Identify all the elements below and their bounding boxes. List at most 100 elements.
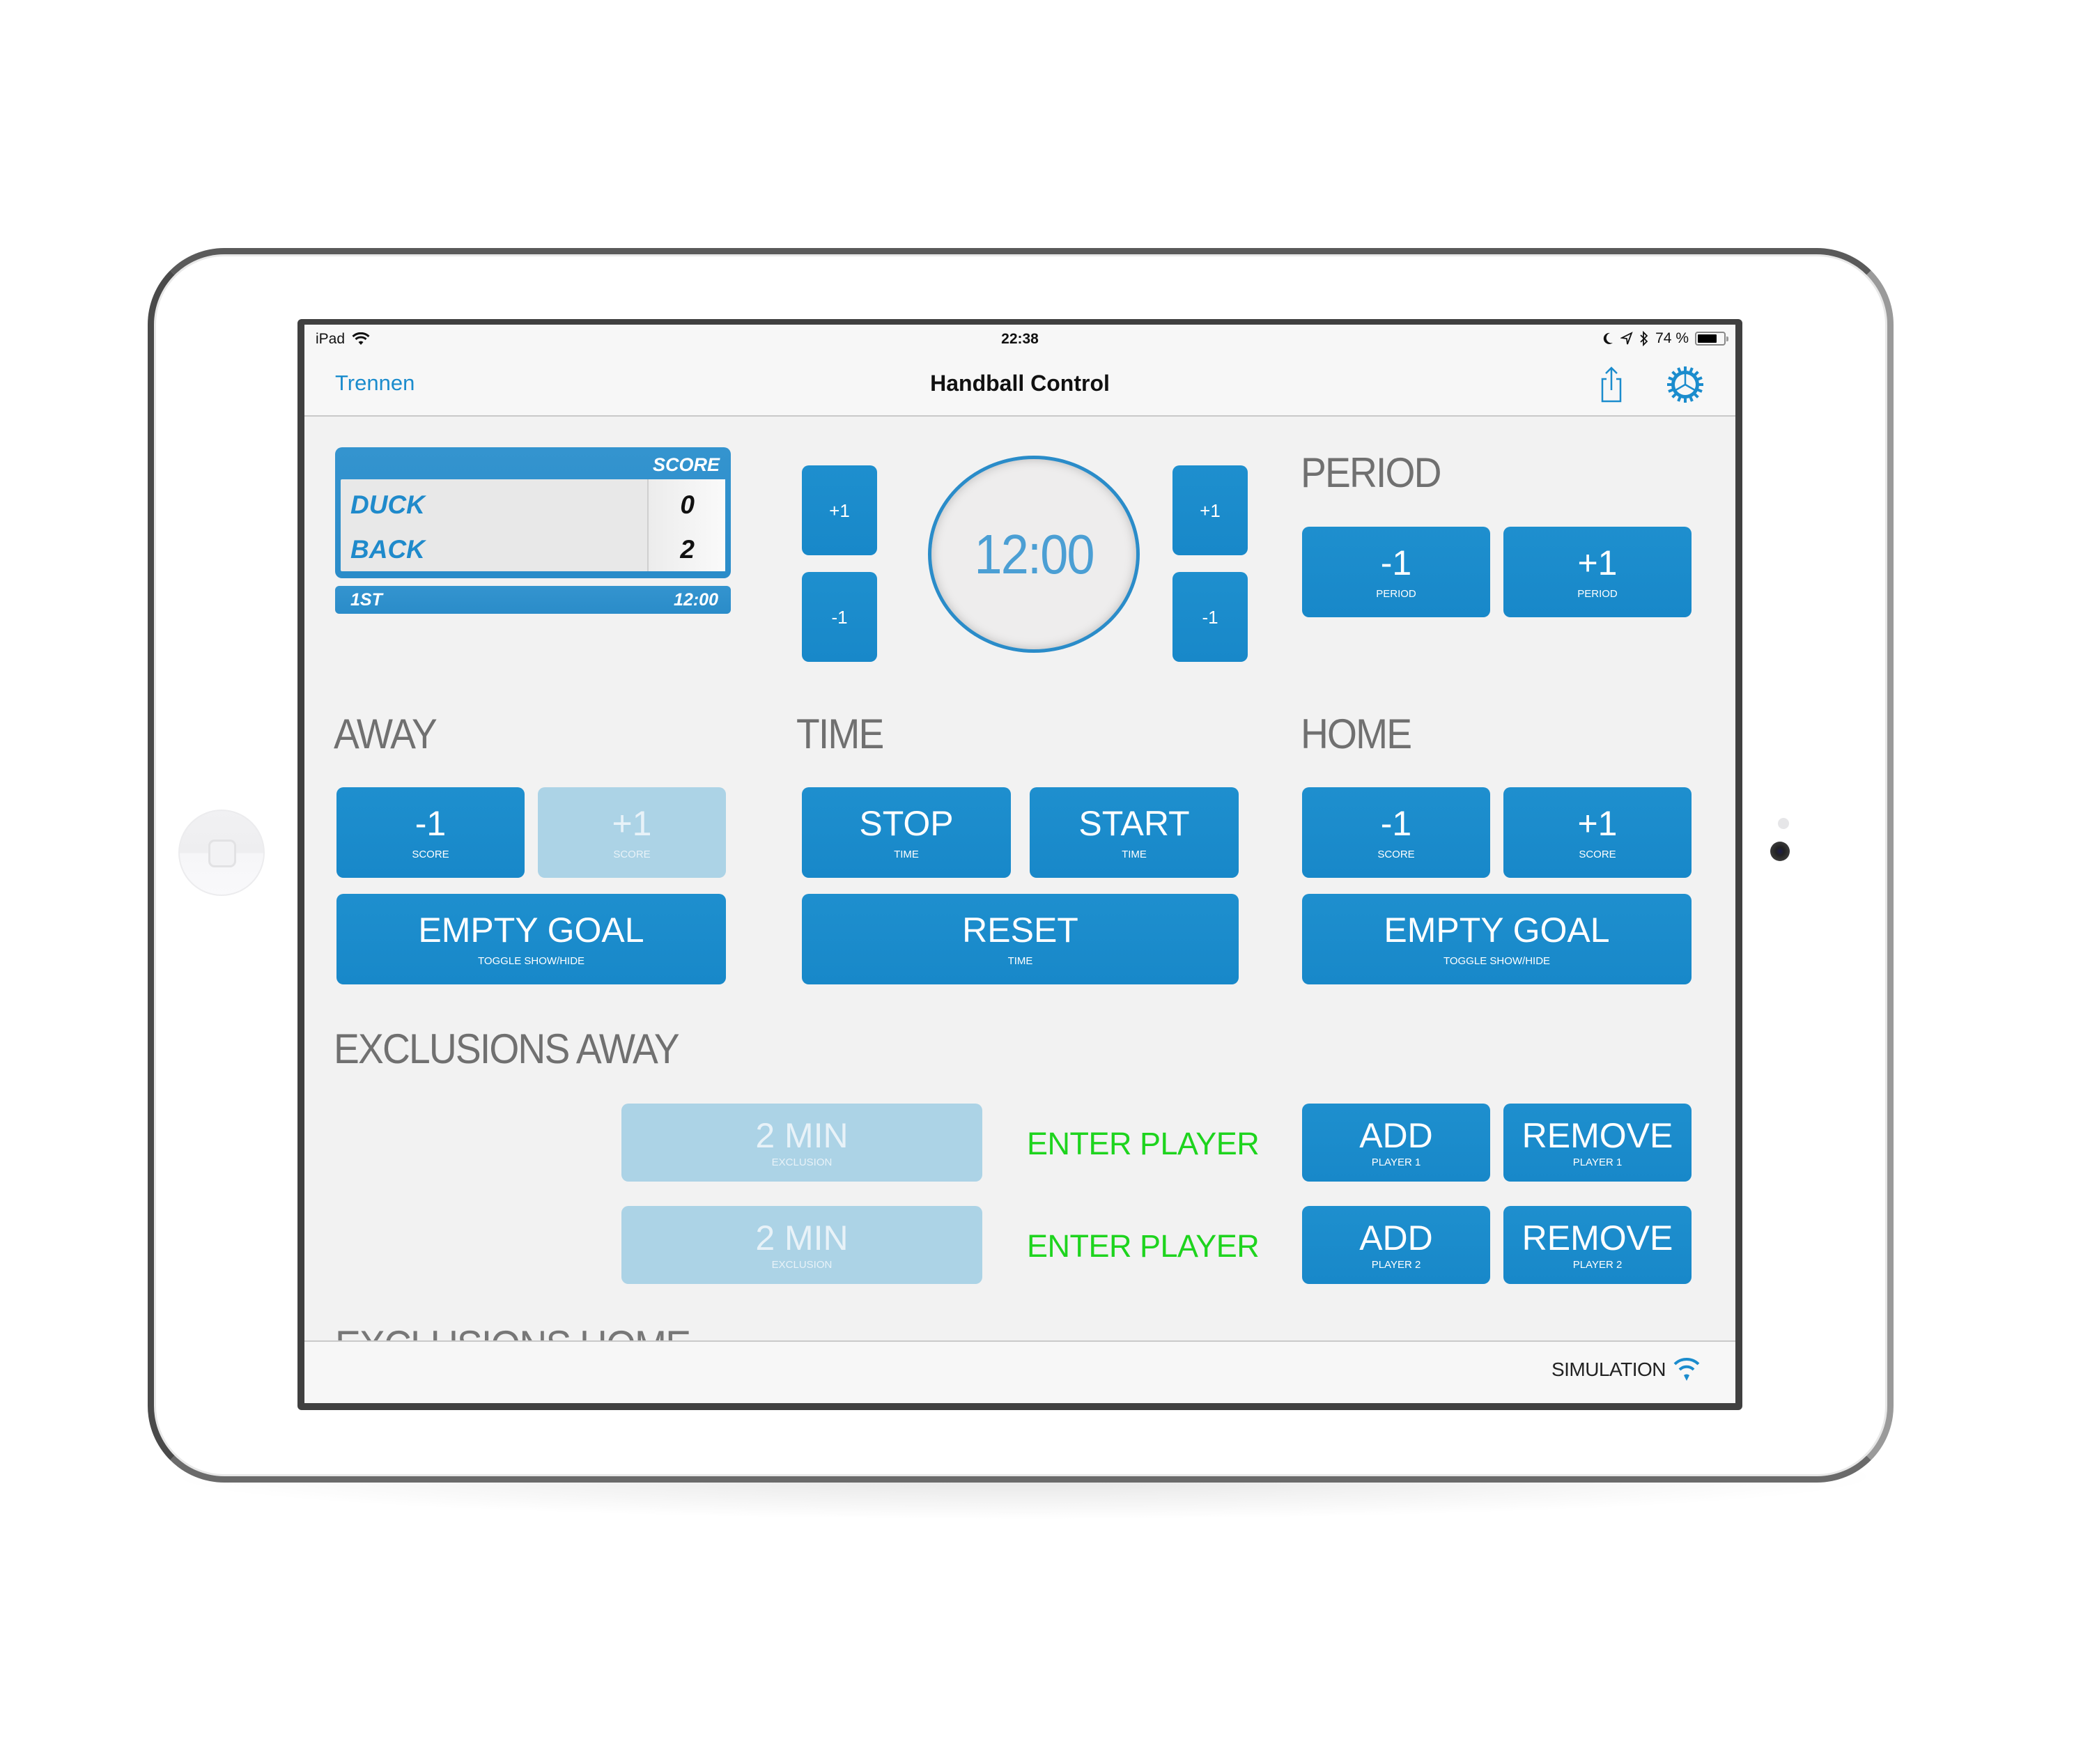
button-label: 2 MIN (755, 1115, 849, 1155)
home-button-square-icon (208, 840, 236, 867)
home-heading: HOME (1301, 711, 1412, 757)
button-sublabel: TIME (1007, 954, 1033, 967)
button-label: +1 (1200, 500, 1221, 521)
button-sublabel: PLAYER 1 (1371, 1156, 1421, 1168)
button-label: -1 (415, 803, 447, 843)
button-sublabel: SCORE (412, 848, 449, 860)
button-label: RESET (962, 910, 1078, 950)
gear-tooth (1677, 367, 1682, 373)
button-sublabel: EXCLUSION (771, 1258, 833, 1271)
scoreboard-body: DUCK 0 BACK 2 (341, 479, 725, 571)
button-label: REMOVE (1522, 1115, 1673, 1155)
team-name-away: DUCK (350, 490, 425, 519)
time-heading: TIME (796, 711, 884, 757)
button-label: +1 (829, 500, 850, 521)
button-sublabel: SCORE (1579, 848, 1616, 860)
gear-icon[interactable] (1666, 365, 1705, 404)
share-icon[interactable] (1592, 365, 1631, 404)
button-sublabel: PERIOD (1577, 587, 1618, 600)
home-button[interactable] (178, 810, 265, 896)
button-sublabel: PLAYER 2 (1572, 1258, 1623, 1271)
gear-tooth (1696, 388, 1703, 393)
seconds-minus-button[interactable]: -1 (1172, 572, 1248, 662)
button-label: -1 (1380, 543, 1412, 582)
gear-tooth (1684, 366, 1687, 371)
team-score-home: 2 (680, 535, 695, 564)
gear-tooth (1698, 383, 1703, 386)
button-label: 2 MIN (755, 1218, 849, 1258)
add-player-1-button[interactable]: ADD PLAYER 1 (1302, 1104, 1490, 1182)
exclusion-button-2[interactable]: 2 MIN EXCLUSION (621, 1206, 982, 1284)
button-sublabel: SCORE (1377, 848, 1415, 860)
scoreboard-time: 12:00 (674, 590, 718, 610)
gear-tooth (1677, 396, 1682, 402)
clock-display: 12:00 (974, 523, 1094, 585)
button-label: STOP (859, 803, 954, 843)
period-heading: PERIOD (1301, 449, 1441, 496)
button-sublabel: EXCLUSION (771, 1156, 833, 1168)
connection-status-label[interactable]: SIMULATION (1551, 1359, 1666, 1381)
remove-player-1-button[interactable]: REMOVE PLAYER 1 (1503, 1104, 1692, 1182)
button-label: EMPTY GOAL (418, 910, 644, 950)
button-sublabel: PLAYER 1 (1572, 1156, 1623, 1168)
start-time-button[interactable]: START TIME (1030, 787, 1239, 878)
button-sublabel: TOGGLE SHOW/HIDE (1443, 954, 1551, 967)
seconds-plus-button[interactable]: +1 (1172, 465, 1248, 555)
gear-tooth (1668, 388, 1674, 393)
away-score-minus-button[interactable]: -1 SCORE (336, 787, 525, 878)
scoreboard-score-header: SCORE (652, 454, 720, 475)
exclusions-home-heading: EXCLUSIONS HOME (335, 1322, 690, 1341)
home-score-minus-button[interactable]: -1 SCORE (1302, 787, 1490, 878)
gear-tooth (1696, 376, 1703, 381)
button-sublabel: PERIOD (1376, 587, 1416, 600)
page-title: Handball Control (930, 371, 1110, 396)
bottom-toolbar: SIMULATION (304, 1342, 1735, 1403)
button-sublabel: PLAYER 2 (1371, 1258, 1421, 1271)
gear-tooth (1689, 396, 1694, 402)
exclusion-button-1[interactable]: 2 MIN EXCLUSION (621, 1104, 982, 1182)
stop-time-button[interactable]: STOP TIME (802, 787, 1011, 878)
team-name-home: BACK (350, 535, 425, 564)
bluetooth-icon (1640, 331, 1648, 346)
button-label: START (1078, 803, 1190, 843)
button-label: -1 (1202, 606, 1218, 628)
gear-tooth (1668, 376, 1674, 381)
front-camera (1770, 842, 1790, 861)
navigation-bar: Trennen Handball Control (304, 353, 1735, 417)
wifi-icon (1673, 1357, 1700, 1381)
home-empty-goal-button[interactable]: EMPTY GOAL TOGGLE SHOW/HIDE (1302, 894, 1692, 984)
button-sublabel: TIME (894, 848, 919, 860)
button-label: +1 (1577, 803, 1618, 843)
remove-player-2-button[interactable]: REMOVE PLAYER 2 (1503, 1206, 1692, 1284)
moon-icon (1603, 332, 1613, 344)
button-sublabel: TOGGLE SHOW/HIDE (477, 954, 585, 967)
button-label: ADD (1359, 1218, 1433, 1258)
ambient-sensor (1778, 818, 1789, 829)
period-plus-button[interactable]: +1 PERIOD (1503, 527, 1692, 617)
button-label: ADD (1359, 1115, 1433, 1155)
button-label: +1 (612, 803, 652, 843)
game-clock[interactable]: 12:00 (928, 456, 1140, 653)
button-sublabel: TIME (1122, 848, 1147, 860)
enter-player-1[interactable]: ENTER PLAYER (1027, 1126, 1260, 1162)
scoreboard-footer: 1ST 12:00 (335, 586, 731, 614)
team-score-away: 0 (680, 490, 695, 519)
exclusions-home-heading-text: EXCLUSIONS HOME (335, 1325, 690, 1341)
reset-time-button[interactable]: RESET TIME (802, 894, 1239, 984)
minutes-minus-button[interactable]: -1 (802, 572, 877, 662)
add-player-2-button[interactable]: ADD PLAYER 2 (1302, 1206, 1490, 1284)
gear-tooth (1684, 398, 1687, 403)
button-sublabel: SCORE (613, 848, 651, 860)
period-minus-button[interactable]: -1 PERIOD (1302, 527, 1490, 617)
enter-player-2[interactable]: ENTER PLAYER (1027, 1228, 1260, 1264)
gear-tooth (1689, 367, 1694, 373)
minutes-plus-button[interactable]: +1 (802, 465, 877, 555)
scoreboard-period: 1ST (350, 590, 382, 610)
app-screen: iPad 22:38 74 % Trennen Handball Control (304, 325, 1735, 1403)
button-label: +1 (1577, 543, 1618, 582)
home-score-plus-button[interactable]: +1 SCORE (1503, 787, 1692, 878)
scoreboard-preview: SCORE DUCK 0 BACK 2 (335, 447, 731, 578)
away-score-plus-button[interactable]: +1 SCORE (538, 787, 726, 878)
away-empty-goal-button[interactable]: EMPTY GOAL TOGGLE SHOW/HIDE (336, 894, 726, 984)
button-label: -1 (1380, 803, 1412, 843)
